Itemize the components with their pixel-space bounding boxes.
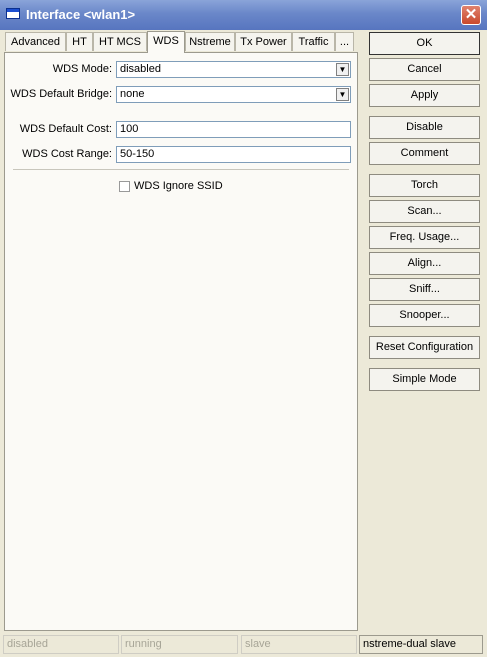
tab-tx-power[interactable]: Tx Power (235, 32, 292, 51)
tab-advanced[interactable]: Advanced (5, 32, 66, 51)
reset-configuration-button[interactable]: Reset Configuration (369, 336, 480, 359)
wds-default-cost-input[interactable]: 100 (116, 121, 351, 138)
close-icon[interactable]: ✕ (461, 5, 481, 25)
status-slave: slave (241, 635, 357, 654)
sniff-button[interactable]: Sniff... (369, 278, 480, 301)
status-running: running (121, 635, 238, 654)
wds-default-bridge-select[interactable]: none ▼ (116, 86, 351, 103)
simple-mode-button[interactable]: Simple Mode (369, 368, 480, 391)
torch-button[interactable]: Torch (369, 174, 480, 197)
tab-more[interactable]: ... (335, 32, 354, 51)
title-bar[interactable]: Interface <wlan1> ✕ (0, 0, 487, 30)
status-mode: nstreme-dual slave (359, 635, 483, 654)
tab-traffic[interactable]: Traffic (292, 32, 335, 51)
wds-default-cost-label: WDS Default Cost: (19, 123, 112, 135)
wds-tab-panel: WDS Mode: disabled ▼ WDS Default Bridge:… (4, 52, 358, 631)
snooper-button[interactable]: Snooper... (369, 304, 480, 327)
separator (13, 169, 349, 170)
wds-default-bridge-label: WDS Default Bridge: (10, 88, 112, 100)
wds-cost-range-input[interactable]: 50-150 (116, 146, 351, 163)
wds-mode-select[interactable]: disabled ▼ (116, 61, 351, 78)
cancel-button[interactable]: Cancel (369, 58, 480, 81)
tab-nstreme[interactable]: Nstreme (185, 32, 235, 51)
align-button[interactable]: Align... (369, 252, 480, 275)
dropdown-arrow-icon[interactable]: ▼ (336, 63, 349, 76)
tab-ht-mcs[interactable]: HT MCS (93, 32, 147, 51)
wds-mode-label: WDS Mode: (52, 63, 112, 75)
tab-ht[interactable]: HT (66, 32, 93, 51)
scan-button[interactable]: Scan... (369, 200, 480, 223)
wds-ignore-ssid-label[interactable]: WDS Ignore SSID (134, 180, 223, 192)
wds-cost-range-label: WDS Cost Range: (22, 148, 112, 160)
interface-window: Interface <wlan1> ✕ Advanced HT HT MCS W… (0, 0, 487, 657)
ok-button[interactable]: OK (369, 32, 480, 55)
tab-wds[interactable]: WDS (147, 31, 185, 53)
status-disabled: disabled (3, 635, 119, 654)
status-bar: disabled running slave nstreme-dual slav… (0, 635, 487, 657)
wds-default-bridge-value: none (120, 88, 145, 100)
apply-button[interactable]: Apply (369, 84, 480, 107)
disable-button[interactable]: Disable (369, 116, 480, 139)
comment-button[interactable]: Comment (369, 142, 480, 165)
wds-ignore-ssid-checkbox[interactable] (119, 181, 130, 192)
window-title: Interface <wlan1> (26, 7, 136, 22)
freq-usage-button[interactable]: Freq. Usage... (369, 226, 480, 249)
window-icon (6, 8, 20, 19)
dropdown-arrow-icon[interactable]: ▼ (336, 88, 349, 101)
wds-mode-value: disabled (120, 63, 161, 75)
